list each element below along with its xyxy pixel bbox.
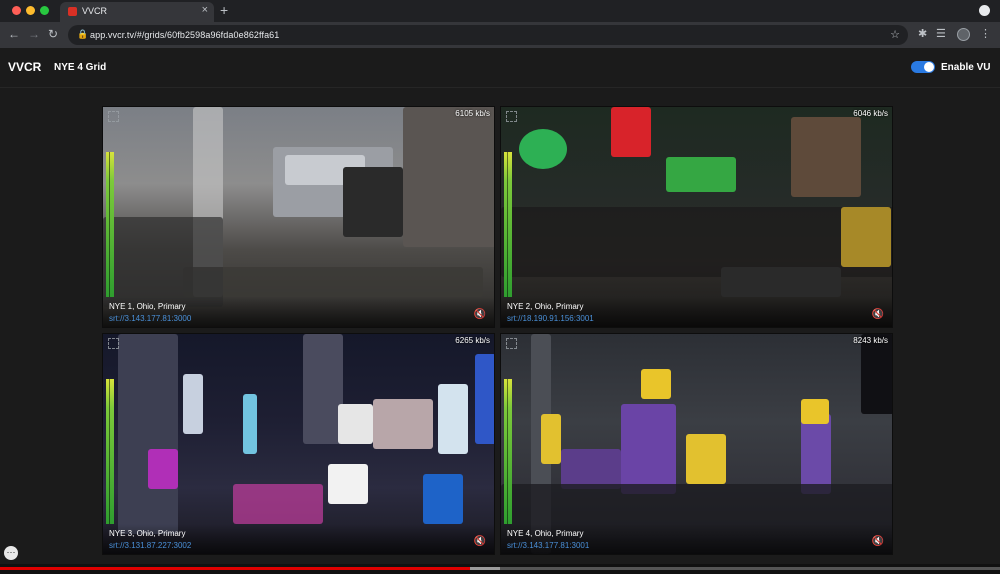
enable-vu-label[interactable]: Enable VU — [941, 62, 990, 73]
progress-track[interactable] — [0, 567, 1000, 570]
maximize-window-button[interactable] — [40, 6, 49, 15]
fullscreen-icon[interactable] — [506, 338, 517, 349]
vu-meter — [504, 152, 512, 297]
bitrate-label: 6265 kb/s — [455, 336, 490, 345]
app-header: VVCR NYE 4 Grid Enable VU — [0, 48, 1000, 88]
progress-buffer — [470, 567, 500, 570]
extensions-icon[interactable]: ✱ — [918, 27, 927, 40]
grid-title: NYE 4 Grid — [54, 62, 107, 73]
browser-tabstrip: VVCR × + — [0, 0, 1000, 22]
progress-fill — [0, 567, 470, 570]
vu-meter — [106, 152, 114, 297]
bitrate-label: 6046 kb/s — [853, 109, 888, 118]
favicon-icon — [68, 7, 77, 16]
video-feed-3 — [103, 334, 494, 554]
tile-name: NYE 3, Ohio, Primary — [109, 529, 186, 538]
menu-icon[interactable]: ⋮ — [980, 27, 991, 40]
video-tile-1[interactable]: 6105 kb/s NYE 1, Ohio, Primary srt://3.1… — [102, 106, 495, 328]
vu-meter — [106, 379, 114, 524]
lock-icon[interactable]: 🔒 — [77, 29, 88, 40]
more-options-button[interactable]: ⋯ — [4, 546, 18, 560]
tab-title: VVCR — [82, 6, 108, 16]
close-window-button[interactable] — [12, 6, 21, 15]
media-icon[interactable]: ☰ — [936, 27, 946, 40]
toggle-knob — [924, 62, 934, 72]
star-icon[interactable]: ☆ — [890, 28, 900, 41]
mute-icon[interactable]: 🔇 — [474, 309, 486, 320]
tile-url[interactable]: srt://18.190.91.156:3001 — [507, 314, 594, 323]
video-feed-4 — [501, 334, 892, 554]
fullscreen-icon[interactable] — [108, 111, 119, 122]
video-tile-2[interactable]: 6046 kb/s NYE 2, Ohio, Primary srt://18.… — [500, 106, 893, 328]
minimize-window-button[interactable] — [26, 6, 35, 15]
new-tab-button[interactable]: + — [220, 2, 228, 18]
enable-vu-toggle[interactable] — [911, 61, 935, 73]
app-logo[interactable]: VVCR — [8, 60, 41, 74]
back-icon[interactable]: ← — [8, 27, 20, 41]
profile-avatar[interactable] — [957, 28, 970, 41]
tile-name: NYE 1, Ohio, Primary — [109, 302, 186, 311]
video-feed-2 — [501, 107, 892, 327]
mute-icon[interactable]: 🔇 — [872, 309, 884, 320]
tab-search-icon[interactable] — [979, 5, 990, 16]
fullscreen-icon[interactable] — [506, 111, 517, 122]
reload-icon[interactable]: ↻ — [48, 27, 58, 41]
browser-toolbar: ← → ↻ 🔒 app.vvcr.tv/#/grids/60fb2598a96f… — [0, 22, 1000, 48]
address-bar[interactable]: 🔒 app.vvcr.tv/#/grids/60fb2598a96fda0e86… — [68, 25, 908, 45]
browser-tab[interactable]: VVCR × — [60, 2, 214, 22]
bitrate-label: 6105 kb/s — [455, 109, 490, 118]
tile-url[interactable]: srt://3.131.87.227:3002 — [109, 541, 191, 550]
url-text[interactable]: app.vvcr.tv/#/grids/60fb2598a96fda0e862f… — [90, 30, 279, 40]
video-tile-4[interactable]: 8243 kb/s NYE 4, Ohio, Primary srt://3.1… — [500, 333, 893, 555]
tab-close-icon[interactable]: × — [202, 4, 208, 16]
video-tile-3[interactable]: 6265 kb/s NYE 3, Ohio, Primary srt://3.1… — [102, 333, 495, 555]
forward-icon[interactable]: → — [28, 27, 40, 41]
bitrate-label: 8243 kb/s — [853, 336, 888, 345]
vu-meter — [504, 379, 512, 524]
video-grid: 6105 kb/s NYE 1, Ohio, Primary srt://3.1… — [0, 88, 1000, 566]
tile-url[interactable]: srt://3.143.177.81:3001 — [507, 541, 589, 550]
tile-name: NYE 2, Ohio, Primary — [507, 302, 584, 311]
tile-name: NYE 4, Ohio, Primary — [507, 529, 584, 538]
video-feed-1 — [103, 107, 494, 327]
mute-icon[interactable]: 🔇 — [474, 536, 486, 547]
player-bar — [0, 564, 1000, 574]
mute-icon[interactable]: 🔇 — [872, 536, 884, 547]
tile-url[interactable]: srt://3.143.177.81:3000 — [109, 314, 191, 323]
fullscreen-icon[interactable] — [108, 338, 119, 349]
